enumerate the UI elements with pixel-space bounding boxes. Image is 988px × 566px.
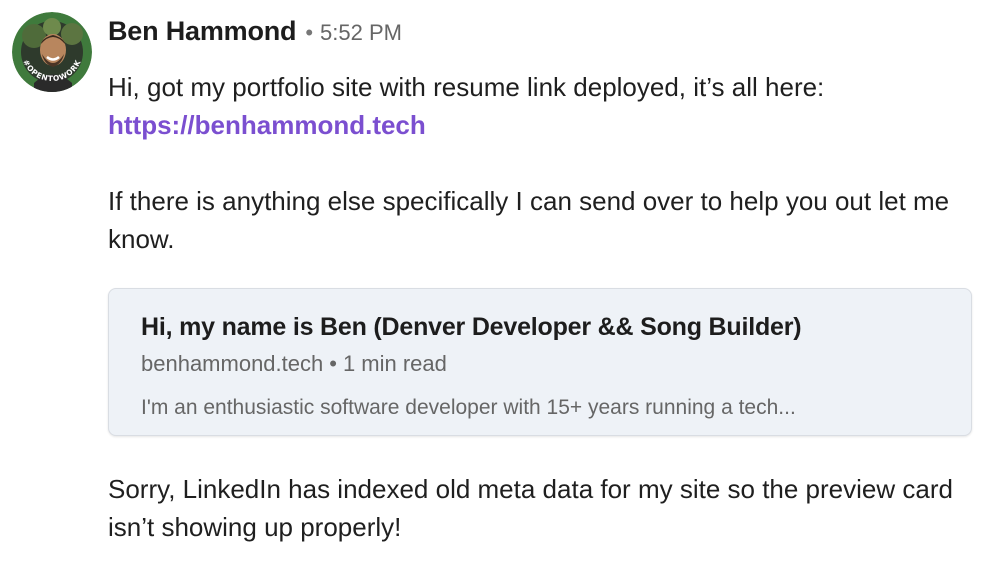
preview-meta: benhammond.tech • 1 min read [141,349,939,379]
preview-read-time: 1 min read [342,351,447,376]
message-line-1: Hi, got my portfolio site with resume li… [108,72,825,102]
portfolio-link[interactable]: https://benhammond.tech [108,110,426,140]
message-item: #OPENTOWORK Ben Hammond • 5:52 PM Hi, go… [0,0,988,566]
avatar[interactable]: #OPENTOWORK [12,12,92,92]
message-line-2: If there is anything else specifically I… [108,186,950,254]
sender-name[interactable]: Ben Hammond [108,16,297,47]
followup-message: Sorry, LinkedIn has indexed old meta dat… [108,474,953,542]
preview-description: I'm an enthusiastic software developer w… [141,396,796,419]
link-preview-card[interactable]: Hi, my name is Ben (Denver Developer && … [108,288,972,436]
message-timestamp: 5:52 PM [320,20,402,45]
preview-title: Hi, my name is Ben (Denver Developer && … [141,313,802,341]
header-separator: • [305,20,314,45]
message-header: Ben Hammond • 5:52 PM [108,16,402,50]
preview-domain: benhammond.tech [141,351,324,376]
profile-photo: #OPENTOWORK [12,12,92,92]
message-body: Hi, got my portfolio site with resume li… [108,68,976,258]
preview-separator: • [329,351,337,376]
